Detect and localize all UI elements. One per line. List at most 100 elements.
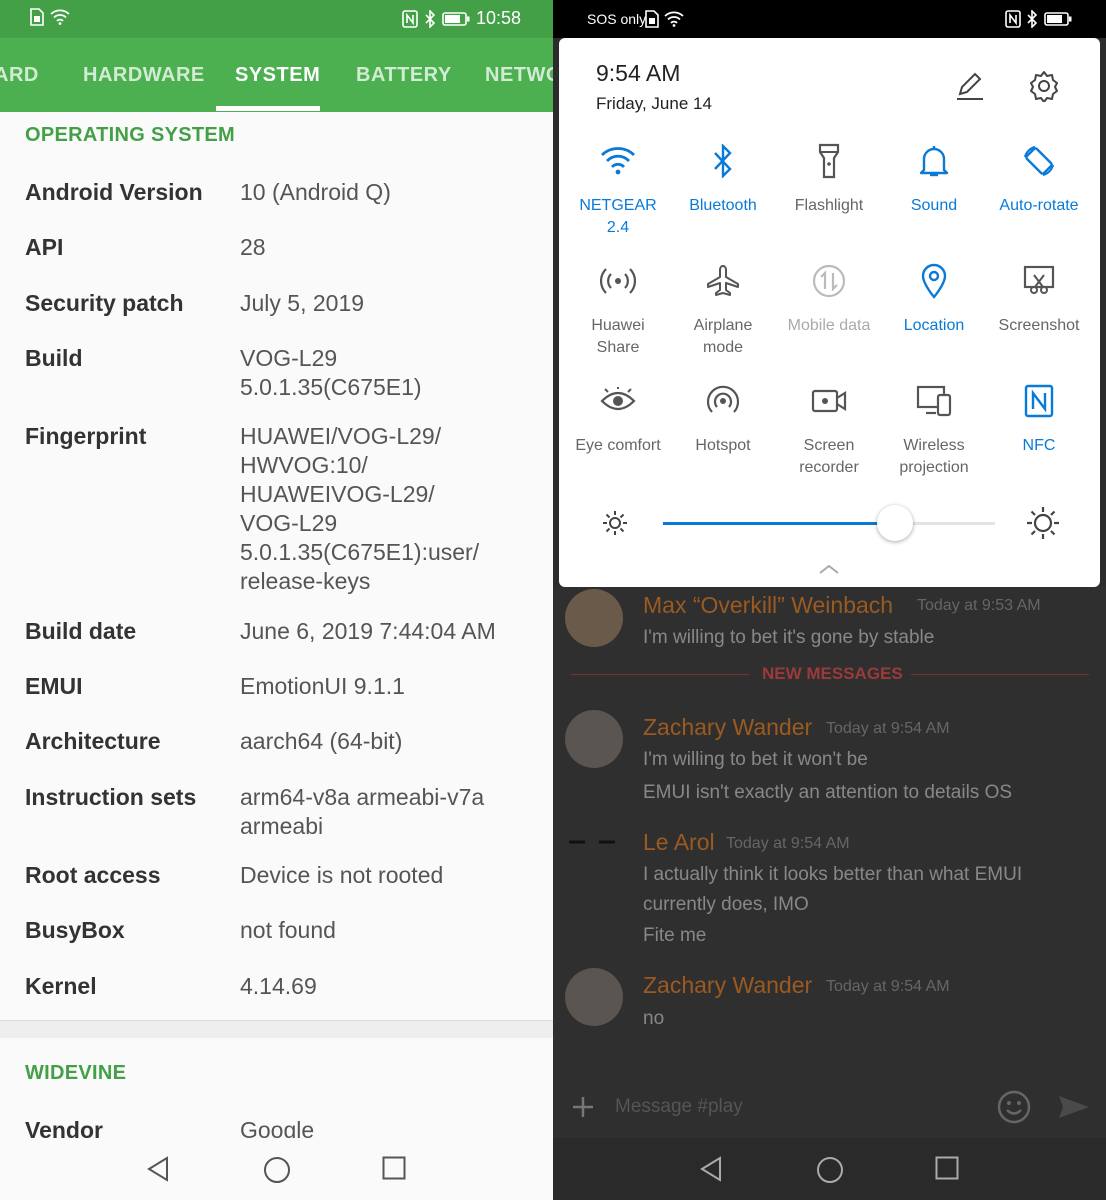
edit-icon[interactable] [954, 70, 986, 102]
tile-huawei-share[interactable]: Huawei Share [563, 261, 673, 359]
value-kernel: 4.14.69 [240, 973, 317, 999]
section-widevine: WIDEVINE [25, 1062, 127, 1084]
tile-label: NFC [1022, 437, 1056, 454]
tile-hotspot[interactable]: Hotspot [668, 381, 778, 457]
tile-airplane-mode[interactable]: Airplane mode [668, 261, 778, 359]
tile-sound[interactable]: Sound [879, 141, 989, 217]
tile-screenshot[interactable]: Screenshot [984, 261, 1094, 337]
tab-system[interactable]: SYSTEM [235, 64, 320, 87]
home-icon[interactable] [816, 1156, 844, 1184]
bell-icon [919, 146, 949, 177]
flashlight-icon [818, 143, 840, 179]
message-text: EMUI isn't exactly an attention to detai… [643, 782, 1013, 803]
notification-shade-screen: SOS only Max “Overkill” Weinbach Today a… [553, 0, 1106, 1200]
value-api: 28 [240, 234, 266, 260]
back-icon[interactable] [699, 1156, 723, 1182]
label-android-version: Android Version [25, 179, 203, 205]
tab-indicator [216, 106, 320, 111]
status-time: 10:58 [475, 8, 521, 28]
tab-battery[interactable]: BATTERY [356, 64, 452, 87]
label-root-access: Root access [25, 862, 161, 888]
message-text: currently does, IMO [643, 894, 809, 915]
label-fingerprint: Fingerprint [25, 423, 147, 449]
message-text: I'm willing to bet it's gone by stable [643, 627, 935, 648]
value-architecture: aarch64 (64-bit) [240, 728, 403, 754]
wireless-projection-icon [916, 385, 952, 417]
nfc-status-icon [1005, 10, 1021, 28]
sim-icon [645, 10, 659, 28]
message-author: Zachary Wander [643, 972, 813, 998]
label-emui: EMUI [25, 673, 83, 699]
label-kernel: Kernel [25, 973, 97, 999]
label-build: Build [25, 345, 83, 371]
brightness-slider-thumb[interactable] [877, 505, 913, 541]
battery-icon [442, 11, 470, 26]
bluetooth-status-icon [425, 9, 436, 28]
tile-auto-rotate[interactable]: Auto-rotate [984, 141, 1094, 217]
emoji-icon[interactable] [997, 1090, 1031, 1124]
message-text: I'm willing to bet it won't be [643, 749, 868, 770]
wifi-status-icon [50, 9, 70, 25]
eyes-avatar-icon [569, 840, 615, 844]
home-icon[interactable] [263, 1156, 291, 1184]
tab-hardware[interactable]: HARDWARE [83, 64, 205, 87]
airplane-icon [707, 265, 739, 296]
label-busybox: BusyBox [25, 917, 125, 943]
wifi-icon [601, 147, 635, 175]
tile-label: Screen recorder [799, 437, 859, 476]
card-divider [0, 1020, 553, 1038]
location-icon [921, 263, 947, 299]
tab-dashboard[interactable]: ARD [0, 64, 39, 87]
collapse-chevron-icon[interactable] [818, 563, 840, 575]
tab-network[interactable]: NETWO [485, 64, 553, 87]
value-android-version: 10 (Android Q) [240, 179, 391, 205]
device-info-app: 10:58 ARD HARDWARE SYSTEM BATTERY NETW O … [0, 0, 553, 1200]
tile-mobile-data[interactable]: Mobile data [774, 261, 884, 337]
settings-gear-icon[interactable] [1028, 70, 1060, 102]
tile-label: Flashlight [794, 197, 864, 214]
tile-screen-recorder[interactable]: Screen recorder [774, 381, 884, 479]
recents-icon[interactable] [935, 1156, 959, 1180]
message-time: Today at 9:54 AM [826, 978, 950, 995]
back-icon[interactable] [146, 1156, 170, 1182]
label-build-date: Build date [25, 618, 137, 644]
label-api: API [25, 234, 64, 260]
tile-location[interactable]: Location [879, 261, 989, 337]
value-root-access: Device is not rooted [240, 862, 444, 888]
shade-time: 9:54 AM [596, 60, 681, 86]
section-operating-system: OPERATING SYSTEM [25, 124, 236, 146]
tile-label: Eye comfort [575, 437, 661, 454]
bluetooth-icon [714, 144, 732, 178]
avatar [565, 827, 623, 885]
brightness-fill [663, 522, 895, 525]
tile-label: Sound [910, 197, 958, 214]
nav-bar [553, 1138, 1106, 1200]
recents-icon[interactable] [382, 1156, 406, 1180]
message-input[interactable]: Message #play [615, 1096, 743, 1118]
label-instruction-sets: Instruction sets [25, 784, 197, 810]
hotspot-icon [706, 385, 740, 413]
battery-icon [1044, 12, 1072, 26]
send-icon[interactable] [1057, 1094, 1091, 1120]
message-input-bar: Message #play [553, 1080, 1106, 1138]
message-text: Fite me [643, 925, 707, 946]
message-text: no [643, 1008, 665, 1029]
status-bar: SOS only [553, 0, 1106, 38]
brightness-high-icon [1027, 507, 1059, 539]
tile-eye-comfort[interactable]: Eye comfort [563, 381, 673, 457]
tab-bar: ARD HARDWARE SYSTEM BATTERY NETWO [0, 38, 553, 112]
tile-flashlight[interactable]: Flashlight [774, 141, 884, 217]
quick-settings-panel: 9:54 AM Friday, June 14 NETGEAR 2.4 Blue… [559, 38, 1100, 587]
message-author: Zachary Wander [643, 714, 813, 740]
tile-bluetooth[interactable]: Bluetooth [668, 141, 778, 217]
value-emui: EmotionUI 9.1.1 [240, 673, 405, 699]
sim-icon [30, 8, 44, 26]
plus-icon[interactable] [571, 1095, 595, 1119]
tile-wireless-projection[interactable]: Wireless projection [879, 381, 989, 479]
avatar [565, 589, 623, 647]
avatar [565, 968, 623, 1026]
tile-nfc[interactable]: NFC [984, 381, 1094, 457]
tile-wifi[interactable]: NETGEAR 2.4 [563, 141, 673, 239]
nfc-status-icon [402, 9, 418, 28]
message-time: Today at 9:54 AM [726, 835, 850, 852]
